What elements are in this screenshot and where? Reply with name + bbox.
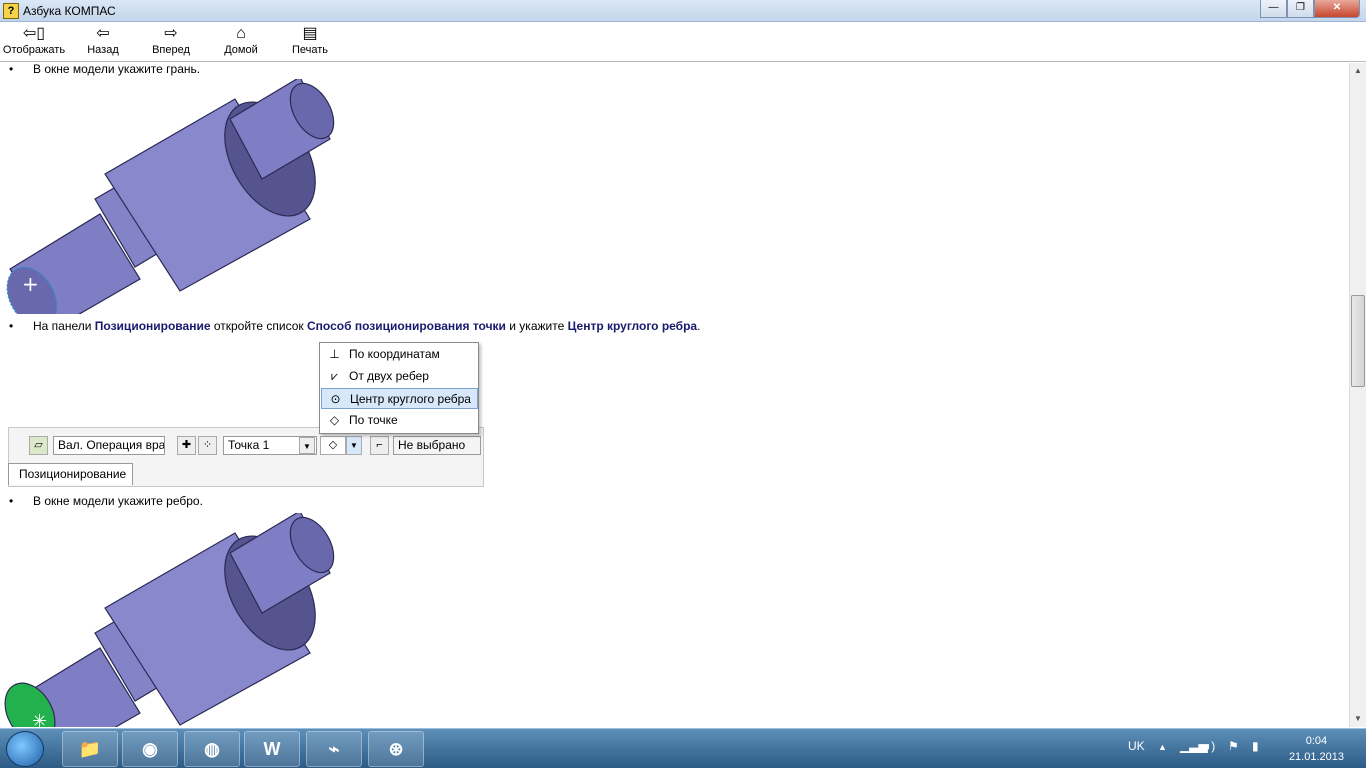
point-icon: ◇ <box>329 413 340 427</box>
add-point-icon[interactable]: ✚ <box>177 436 196 455</box>
forward-arrow-icon: ⇨ <box>164 25 178 42</box>
grid-point-icon[interactable]: ⁘ <box>198 436 217 455</box>
coordinates-icon: ⊥ <box>329 347 340 361</box>
print-button[interactable]: ▤ Печать <box>288 24 332 56</box>
scroll-thumb[interactable] <box>1351 295 1365 387</box>
vertical-scrollbar[interactable]: ▲ ▼ <box>1349 63 1366 727</box>
kompas-icon[interactable]: ⊛ <box>368 731 424 767</box>
help-app-icon: ? <box>3 3 19 19</box>
show-icon: ⇦▯ <box>22 25 46 42</box>
svg-text:✳: ✳ <box>32 711 47 727</box>
home-button[interactable]: ⌂ Домой <box>218 24 264 56</box>
dropdown-item-two-edges[interactable]: ⩗ От двух ребер <box>321 366 478 387</box>
taskbar: 📁 ◉ ◍ W ⌁ ⊛ UK ▲ ▁▃▅ ◖) ⚑ ▮ 0:04 21.01.2… <box>0 728 1366 768</box>
position-method-dropdown[interactable]: ⊥ По координатам ⩗ От двух ребер ⊙ Центр… <box>319 342 479 434</box>
scroll-up-icon[interactable]: ▲ <box>1350 63 1366 79</box>
start-button[interactable] <box>6 731 44 767</box>
acrobat-icon[interactable]: ⌁ <box>306 731 362 767</box>
tray-expand-icon[interactable]: ▲ <box>1158 742 1167 752</box>
explorer-icon[interactable]: 📁 <box>62 731 118 767</box>
step-select-face: В окне модели укажите грань. <box>33 63 201 76</box>
window-title: Азбука КОМПАС <box>23 4 116 18</box>
svg-text:+: + <box>22 272 39 296</box>
language-indicator[interactable]: UK <box>1128 739 1145 753</box>
dropdown-item-circle-center[interactable]: ⊙ Центр круглого ребра <box>321 388 478 409</box>
chrome-icon[interactable]: ◉ <box>122 731 178 767</box>
print-icon: ▤ <box>302 25 318 42</box>
step-select-edge: В окне модели укажите ребро. <box>33 494 203 508</box>
clock[interactable]: 0:04 21.01.2013 <box>1289 733 1344 765</box>
firefox-icon[interactable]: ◍ <box>184 731 240 767</box>
show-button[interactable]: ⇦▯ Отображать <box>2 24 66 56</box>
restore-button[interactable]: ❐ <box>1287 0 1314 18</box>
title-bar: ? Азбука КОМПАС — ❐ ✕ <box>0 0 1366 22</box>
help-toolbar: ⇦▯ Отображать ⇦ Назад ⇨ Вперед ⌂ Домой ▤… <box>0 22 1366 62</box>
word-icon[interactable]: W <box>244 731 300 767</box>
dropdown-item-by-point[interactable]: ◇ По точке <box>321 410 478 431</box>
clock-date: 21.01.2013 <box>1288 751 1344 763</box>
position-method-arrow-icon[interactable]: ▼ <box>346 436 362 455</box>
step-open-list: На панели Позиционирование откройте спис… <box>33 319 701 333</box>
tab-positioning[interactable]: Позиционирование <box>8 463 133 485</box>
minimize-button[interactable]: — <box>1260 0 1287 18</box>
help-content[interactable]: • В окне модели укажите грань. + • На па… <box>0 63 1349 727</box>
two-edges-icon: ⩗ <box>331 369 338 383</box>
layers-icon[interactable]: ▱ <box>29 436 48 455</box>
shaft-model-image-1: + <box>6 79 335 314</box>
position-method-button[interactable]: ◇ <box>320 436 346 455</box>
shaft-model-image-2: ✳ <box>4 513 335 727</box>
status-field: Не выбрано <box>393 436 481 455</box>
operation-field[interactable]: Вал. Операция вра <box>53 436 165 455</box>
edge-icon[interactable]: ⌐ <box>370 436 389 455</box>
back-arrow-icon: ⇦ <box>96 25 110 42</box>
dropdown-item-coordinates[interactable]: ⊥ По координатам <box>321 344 478 365</box>
scroll-down-icon[interactable]: ▼ <box>1350 711 1366 727</box>
volume-icon[interactable]: ◖) <box>1204 739 1215 753</box>
forward-button[interactable]: ⇨ Вперед <box>148 24 194 56</box>
flag-icon[interactable]: ⚑ <box>1228 739 1239 753</box>
point-select-arrow-icon[interactable]: ▼ <box>299 437 315 454</box>
close-button[interactable]: ✕ <box>1314 0 1360 18</box>
power-icon[interactable]: ▮ <box>1252 739 1259 753</box>
clock-time: 0:04 <box>1305 735 1328 747</box>
circle-center-icon: ⊙ <box>330 392 341 406</box>
home-icon: ⌂ <box>236 25 246 42</box>
back-button[interactable]: ⇦ Назад <box>80 24 126 56</box>
